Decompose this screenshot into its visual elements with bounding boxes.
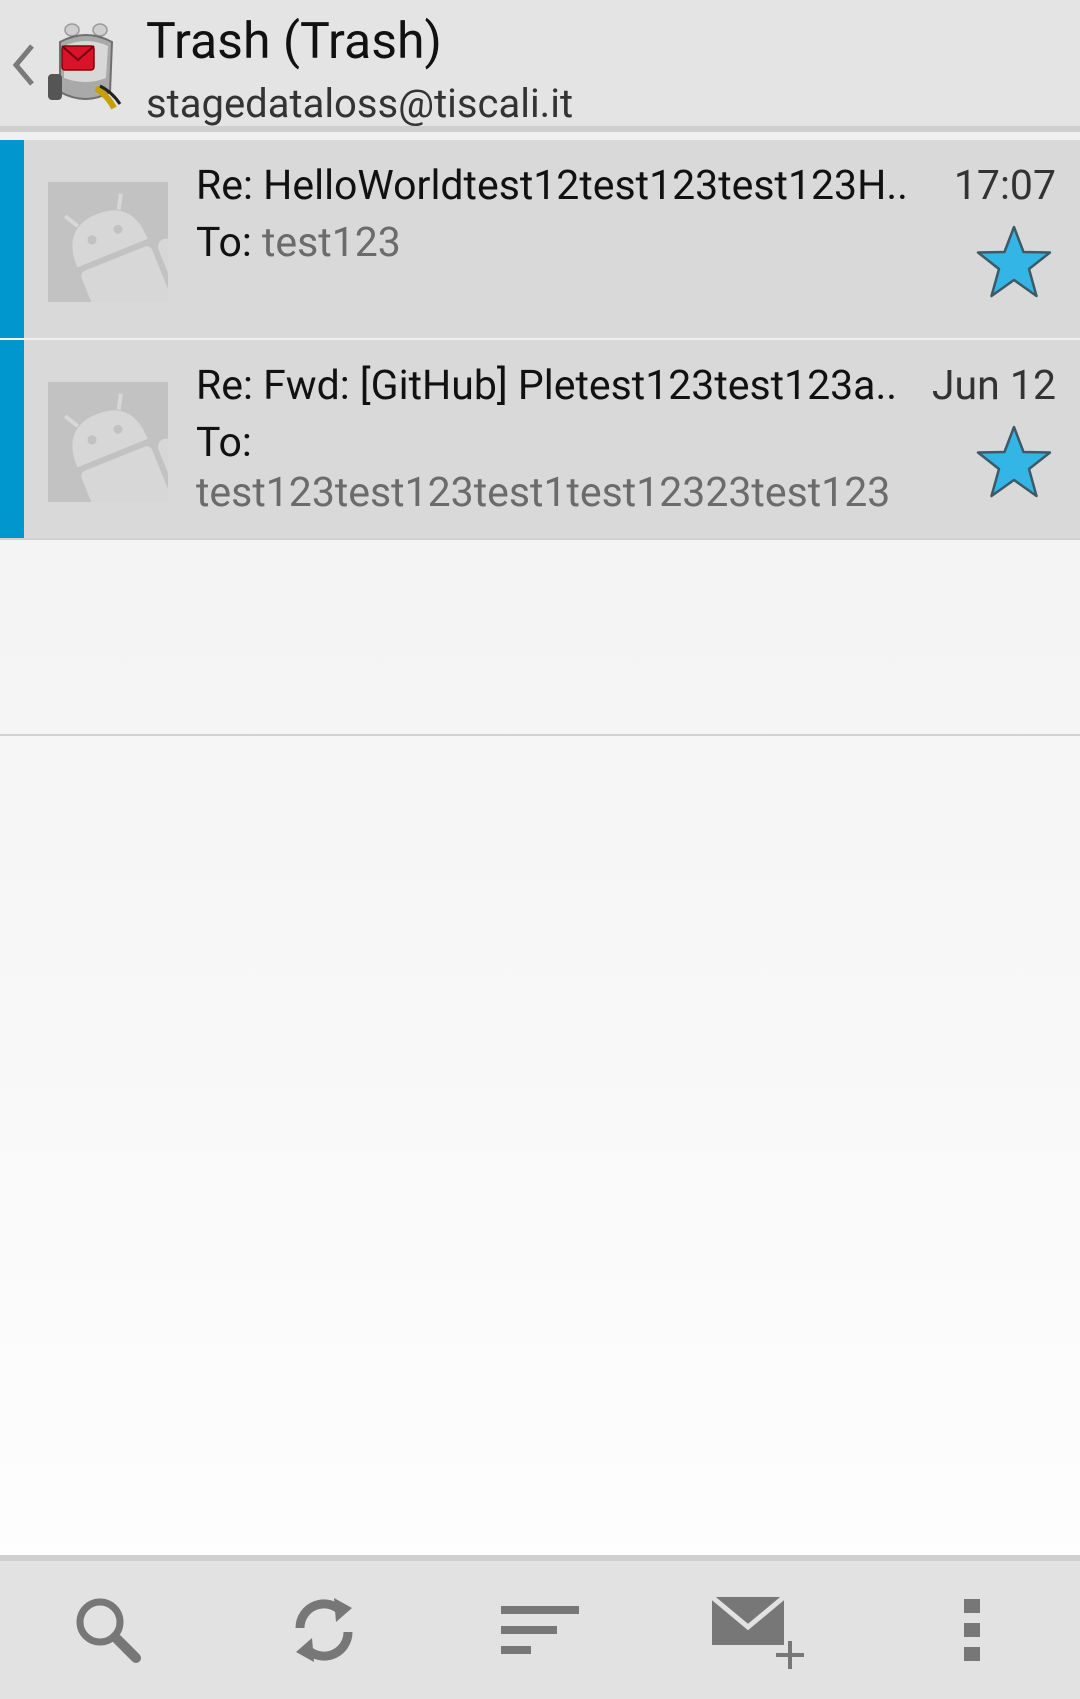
message-subject: Re: HelloWorldtest12test123test123H.. [196, 162, 908, 210]
refresh-button[interactable] [216, 1561, 432, 1699]
bottom-toolbar [0, 1555, 1080, 1699]
k9-mail-logo-icon[interactable] [42, 22, 126, 114]
android-avatar-icon[interactable] [48, 182, 187, 327]
android-avatar-icon[interactable] [48, 382, 187, 527]
unread-indicator [0, 140, 24, 338]
action-bar: Trash (Trash) stagedataloss@tiscali.it [0, 0, 1080, 132]
to-label: To: [196, 219, 252, 267]
message-date: Jun 12 [931, 362, 1056, 410]
list-divider [0, 734, 1080, 736]
message-row[interactable]: Re: Fwd: [GitHub] Pletest123test123a.. J… [0, 340, 1080, 540]
message-subject: Re: Fwd: [GitHub] Pletest123test123a.. [196, 362, 898, 410]
sort-icon [501, 1606, 579, 1654]
search-icon [76, 1598, 141, 1663]
overflow-menu-icon [964, 1599, 980, 1661]
compose-button[interactable] [648, 1561, 864, 1699]
to-label: To: [196, 419, 252, 467]
compose-icon [710, 1595, 804, 1669]
message-list: Re: HelloWorldtest12test123test123H.. 17… [0, 140, 1080, 540]
message-recipient: To: test123test123test1test12323test123 [196, 418, 936, 518]
account-email: stagedataloss@tiscali.it [146, 80, 574, 127]
unread-indicator [0, 340, 24, 538]
message-row[interactable]: Re: HelloWorldtest12test123test123H.. 17… [0, 140, 1080, 340]
star-icon[interactable] [974, 424, 1054, 500]
star-icon[interactable] [974, 224, 1054, 300]
message-recipient: To: test123 [196, 218, 936, 268]
search-button[interactable] [0, 1561, 216, 1699]
message-date: 17:07 [953, 162, 1056, 210]
sort-button[interactable] [432, 1561, 648, 1699]
to-value: test123test123test1test12323test123 [196, 469, 891, 517]
overflow-menu-button[interactable] [864, 1561, 1080, 1699]
to-value: test123 [261, 219, 401, 267]
refresh-icon [295, 1598, 353, 1662]
chevron-left-icon[interactable] [10, 40, 38, 90]
folder-title: Trash (Trash) [146, 13, 442, 71]
